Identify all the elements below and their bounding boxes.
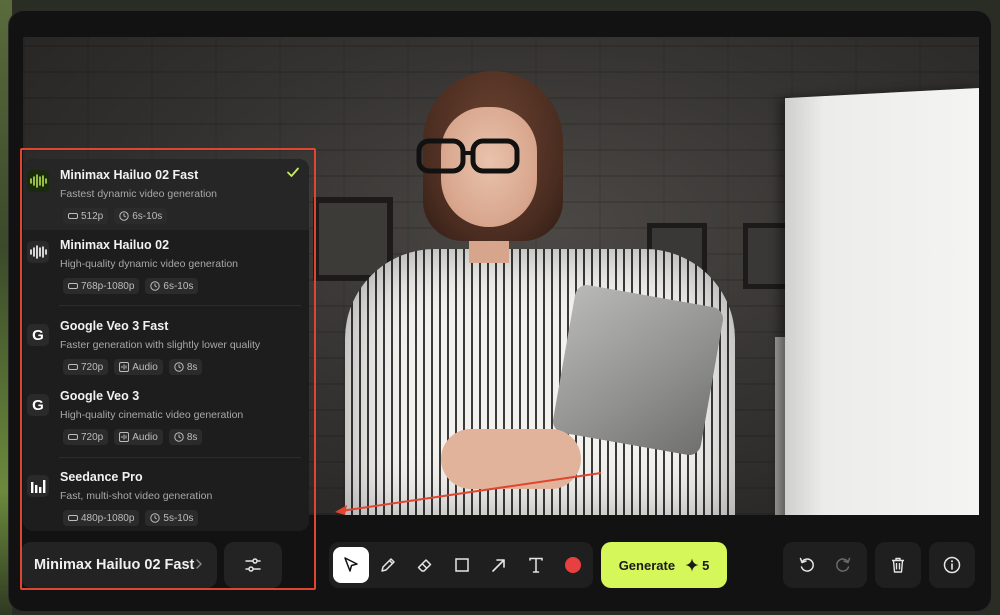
menu-divider [59,457,301,458]
menu-divider [59,305,301,306]
model-description: Fastest dynamic video generation [60,188,218,200]
select-arrow-icon [344,557,358,572]
info-icon [943,556,961,574]
generate-label: Generate [618,557,676,573]
model-name: Minimax Hailuo 02 [60,238,170,252]
model-description: High-quality dynamic video generation [60,258,239,270]
model-tags: 512p 6s-10s [63,208,168,224]
model-name: Seedance Pro [60,470,143,484]
clock-icon [150,281,161,291]
chevron-right-icon [196,559,202,569]
model-menu: Minimax Hailuo 02 Fast Fastest dynamic v… [23,159,309,531]
model-name: Minimax Hailuo 02 Fast [60,168,199,182]
clock-icon [174,432,184,442]
sliders-icon [245,558,261,572]
text-tool-button[interactable] [518,547,554,583]
model-option-minimax-hailuo-02[interactable]: Minimax Hailuo 02 High-quality dynamic v… [23,230,309,305]
duration-tag: 8s [168,429,203,445]
model-description: Fast, multi-shot video generation [60,490,213,502]
duration-tag: 8s [168,359,203,375]
color-dot-icon [565,557,581,573]
model-option-seedance-pro[interactable]: Seedance Pro Fast, multi-shot video gene… [23,463,309,531]
waveform-icon [27,241,49,263]
resolution-tag: 512p [63,208,109,224]
arrow-icon [492,559,505,572]
resolution-tag: 480p-1080p [63,510,140,526]
model-settings-button[interactable] [224,542,282,588]
duration-tag: 6s-10s [114,208,168,224]
resolution-icon [68,515,78,521]
clock-icon [119,211,129,221]
duration-tag: 6s-10s [145,278,199,294]
audio-icon [119,362,130,372]
rectangle-tool-button[interactable] [444,547,480,583]
model-select-dropdown[interactable]: Minimax Hailuo 02 Fast [21,542,217,588]
resolution-icon [68,364,78,370]
delete-button[interactable] [875,542,921,588]
text-icon [529,557,543,573]
resolution-icon [68,283,78,289]
resolution-tag: 720p [63,359,109,375]
audio-tag: Audio [114,429,163,445]
waveform-icon [27,170,49,192]
photo-glasses [416,138,520,174]
model-option-google-veo-3[interactable]: G Google Veo 3 High-quality cinematic vi… [23,382,309,459]
drawing-tools [329,542,593,588]
model-description: Faster generation with slightly lower qu… [60,339,261,351]
model-tags: 768p-1080p 6s-10s [63,278,199,294]
pencil-tool-button[interactable] [370,547,406,583]
google-g-icon: G [27,394,49,416]
arrow-tool-button[interactable] [481,547,517,583]
clock-icon [174,362,184,372]
select-tool-button[interactable] [333,547,369,583]
resolution-tag: 720p [63,429,109,445]
eraser-icon [417,559,432,572]
generate-button[interactable]: Generate 5 [601,542,727,588]
google-g-icon: G [27,324,49,346]
audio-icon [119,432,130,442]
model-option-google-veo-3-fast[interactable]: G Google Veo 3 Fast Faster generation wi… [23,312,309,382]
photo-whiteboard [785,87,979,515]
resolution-icon [68,213,78,219]
model-option-minimax-hailuo-02-fast[interactable]: Minimax Hailuo 02 Fast Fastest dynamic v… [23,159,309,230]
photo-laptop [551,283,725,457]
resolution-icon [68,434,78,440]
resolution-tag: 768p-1080p [63,278,140,294]
credit-count: 5 [702,557,710,573]
audio-tag: Audio [114,359,163,375]
undo-icon[interactable] [798,556,816,574]
model-tags: 720p Audio 8s [63,429,203,445]
model-select-label: Minimax Hailuo 02 Fast [34,557,195,573]
trash-icon [892,557,904,573]
model-name: Google Veo 3 Fast [60,319,169,333]
checkmark-icon [287,167,299,177]
sparkle-icon [685,558,699,572]
history-controls [783,542,867,588]
app-window: Minimax Hailuo 02 Fast Fastest dynamic v… [8,10,992,612]
eraser-tool-button[interactable] [407,547,443,583]
duration-tag: 5s-10s [145,510,199,526]
color-picker-button[interactable] [555,547,591,583]
model-name: Google Veo 3 [60,389,140,403]
rectangle-icon [455,558,469,572]
generate-credits: 5 [685,558,709,573]
redo-icon[interactable] [834,556,852,574]
model-description: High-quality cinematic video generation [60,409,244,421]
model-tags: 480p-1080p 5s-10s [63,510,199,526]
bars-logo-icon [27,475,49,497]
model-tags: 720p Audio 8s [63,359,203,375]
pencil-icon [381,558,395,572]
photo-hands [441,429,581,489]
clock-icon [150,513,161,523]
info-button[interactable] [929,542,975,588]
